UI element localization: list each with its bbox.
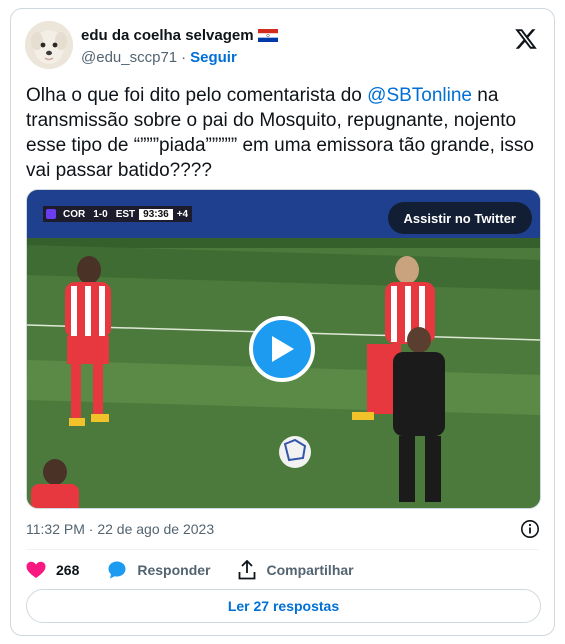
follow-button[interactable]: Seguir: [190, 49, 237, 66]
reply-button[interactable]: Responder: [107, 560, 210, 580]
added-time: +4: [172, 208, 193, 220]
author-handle-row: @edu_sccp71 · Seguir: [81, 49, 237, 66]
author-name[interactable]: edu da coelha selvagem: [81, 27, 254, 44]
home-team: COR: [63, 208, 86, 220]
mention-link[interactable]: @SBTonline: [367, 85, 472, 106]
share-button[interactable]: Compartilhar: [238, 560, 354, 580]
dog-avatar-icon: [25, 21, 73, 69]
reply-label: Responder: [137, 562, 211, 578]
play-icon: [272, 336, 294, 362]
tweet-header: edu da coelha selvagem @edu_sccp71 · Seg…: [25, 21, 540, 69]
author-handle[interactable]: @edu_sccp71: [81, 49, 177, 66]
share-upload-icon: [239, 560, 256, 580]
reply-bubble-icon: [108, 561, 126, 579]
away-team: EST: [115, 208, 136, 220]
play-button[interactable]: [249, 316, 315, 382]
tweet-card: edu da coelha selvagem @edu_sccp71 · Seg…: [10, 8, 555, 636]
score: 1-0: [93, 208, 108, 220]
tweet-text-before: Olha o que foi dito pelo comentarista do: [26, 85, 368, 106]
author-name-row: edu da coelha selvagem: [81, 27, 278, 44]
info-icon[interactable]: [520, 519, 540, 539]
share-label: Compartilhar: [266, 562, 354, 578]
tweet-text: Olha o que foi dito pelo comentarista do…: [26, 83, 541, 183]
separator-dot: ·: [181, 49, 187, 66]
read-replies-button[interactable]: Ler 27 respostas: [26, 589, 541, 623]
like-count: 268: [56, 562, 80, 578]
divider: [26, 549, 539, 550]
scoreboard: COR 1-0 EST 93:36 +4: [43, 206, 193, 222]
heart-icon: [26, 561, 46, 578]
tweet-actions: 268 Responder Compartilhar: [26, 559, 382, 581]
tweet-timestamp[interactable]: 11:32 PM · 22 de ago de 2023: [26, 521, 214, 537]
avatar[interactable]: [25, 21, 73, 69]
like-button[interactable]: 268: [26, 561, 79, 579]
watch-on-twitter-button[interactable]: Assistir no Twitter: [387, 202, 532, 234]
video-player[interactable]: COR 1-0 EST 93:36 +4 Assistir no Twitter: [26, 189, 541, 509]
x-logo-icon[interactable]: [514, 27, 538, 51]
competition-badge-icon: [46, 209, 56, 219]
paraguay-flag-icon: [257, 29, 278, 42]
match-clock: 93:36: [139, 208, 173, 220]
